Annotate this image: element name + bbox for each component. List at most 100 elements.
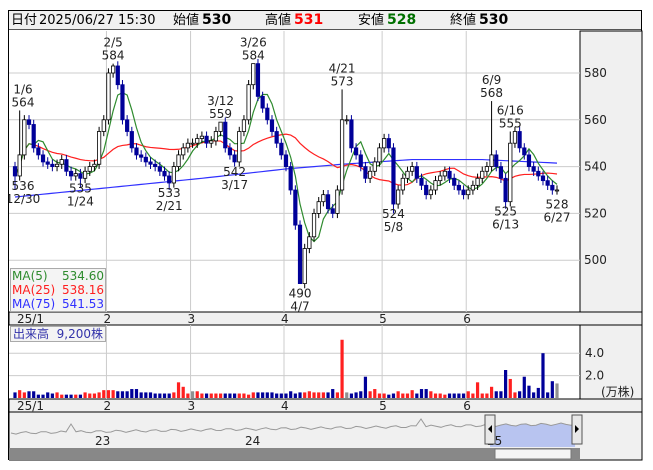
candle-up (73, 173, 78, 177)
volume-bar (438, 393, 442, 398)
volume-bar (275, 393, 279, 398)
annotation-value: 524 (382, 207, 405, 221)
volume-bar (181, 386, 185, 398)
annotation-date: 1/24 (67, 194, 94, 208)
candle-up (181, 147, 186, 156)
annotation-date: 6/9 (482, 73, 501, 87)
candle-down (68, 170, 74, 177)
annotation-value: 584 (242, 49, 265, 63)
candle-down (36, 147, 41, 156)
volume-bar (349, 393, 354, 398)
candle-up (344, 119, 349, 122)
annotation-value: 564 (12, 95, 35, 109)
annotation-date: 2/21 (156, 199, 183, 213)
candle-down (349, 119, 354, 149)
volume-bar (289, 391, 293, 398)
candle-down (157, 166, 162, 172)
annotation-value: 536 (12, 179, 35, 193)
annotation-date: 6/27 (544, 211, 571, 225)
candle-down (269, 119, 275, 132)
candle-down (288, 166, 293, 191)
candle-down (456, 184, 461, 191)
candle-down (255, 63, 261, 97)
volume-bar (50, 393, 54, 398)
candle-up (218, 121, 223, 132)
volume-bar (377, 393, 382, 398)
volume-bar (265, 392, 269, 398)
candle-up (372, 161, 377, 172)
candle-up (307, 236, 312, 249)
volume-bar (452, 393, 456, 398)
volume-bar (36, 394, 40, 398)
candle-down (134, 147, 139, 156)
candle-up (396, 189, 401, 205)
candle-up (241, 119, 247, 132)
volume-bar (382, 393, 386, 398)
candle-up (311, 212, 317, 238)
volume-bar (158, 393, 162, 398)
volume-bar (326, 392, 330, 398)
candle-down (325, 194, 331, 210)
volume-bar (88, 393, 92, 398)
candle-up (442, 170, 447, 177)
annotation-value: 584 (102, 49, 125, 63)
candle-down (522, 147, 527, 156)
candle-down (391, 147, 396, 205)
volume-bar (447, 393, 452, 398)
annotation-date: 6/13 (492, 218, 519, 232)
volume-bar (41, 394, 45, 398)
volume-bar (303, 392, 307, 398)
candle-down (494, 154, 499, 167)
volume-bar (242, 393, 246, 398)
candle-down (223, 121, 228, 149)
scrollbar-thumb[interactable] (494, 448, 572, 460)
candle-down (531, 166, 536, 172)
candle-up (101, 119, 106, 132)
volume-bar (204, 393, 209, 398)
candle-down (461, 189, 466, 196)
volume-bar (429, 391, 433, 398)
candle-up (475, 177, 480, 186)
volume-bar (433, 393, 438, 398)
volume-bar (284, 393, 288, 398)
candle-down (330, 208, 335, 214)
annotation-date: 3/12 (207, 94, 234, 108)
volume-bar (64, 394, 68, 398)
volume-bar (237, 393, 241, 398)
volume-bar (391, 393, 396, 398)
volume-bar (331, 389, 335, 398)
volume-bar (279, 393, 283, 398)
volume-bar (176, 382, 181, 398)
volume-bar (489, 386, 494, 398)
volume-bar (270, 392, 274, 398)
month-label: 4 (281, 399, 289, 413)
candle-down (139, 154, 144, 158)
price-chart[interactable]: 5805605405205004.02.0(万株)25/125/12233445… (9, 11, 643, 461)
annotation-value: 535 (69, 181, 92, 195)
month-label: 3 (188, 399, 196, 413)
price-tick-label: 520 (584, 206, 607, 220)
volume-bar (167, 393, 171, 398)
volume-bar (536, 387, 540, 398)
volume-bar (522, 376, 526, 398)
volume-bar (139, 392, 143, 398)
volume-bar (256, 392, 260, 398)
candle-up (382, 138, 387, 149)
navigator-year-label: 24 (245, 434, 260, 448)
candle-down (129, 131, 134, 149)
annotation-value: 542 (223, 165, 246, 179)
candle-up (237, 131, 242, 163)
volume-bar (214, 393, 218, 398)
candle-up (554, 189, 560, 192)
month-label: 6 (463, 312, 471, 326)
volume-bar (335, 392, 339, 398)
volume-bar (443, 394, 447, 398)
candle-down (386, 138, 391, 149)
volume-bar (116, 391, 120, 398)
annotation-value: 490 (289, 287, 312, 301)
volume-bar (405, 393, 410, 398)
volume-value: 9,200株 (56, 327, 104, 341)
volume-bar (541, 353, 545, 398)
volume-bar (293, 393, 297, 398)
volume-bar (419, 389, 424, 398)
